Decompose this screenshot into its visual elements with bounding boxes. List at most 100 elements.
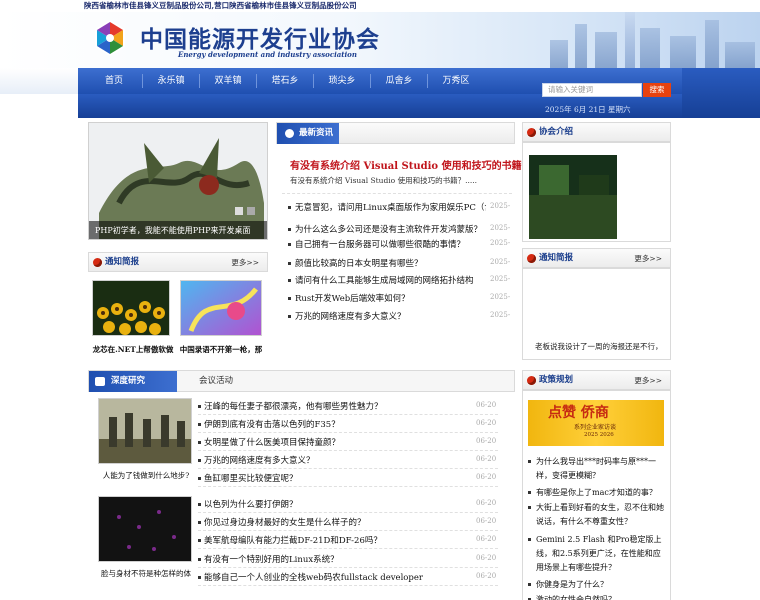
latest-news-header: 最新资讯 xyxy=(276,122,515,144)
nav-item-wanxiu[interactable]: 万秀区 xyxy=(430,68,482,94)
research-item[interactable]: 能够自己一个人创业的全栈web码农fullstack developer xyxy=(204,571,444,583)
association-title: 协会介绍 xyxy=(539,127,574,137)
latest-news-item[interactable]: 无意冒犯，请问用Linux桌面版作为家用娱乐PC（含 xyxy=(288,201,486,213)
research-item[interactable]: 有没有一个特别好用的Linux系统？ xyxy=(204,553,444,565)
row-divider xyxy=(198,468,498,469)
policy-item[interactable]: 有哪些是你上了mac才知道的事？ xyxy=(536,486,666,500)
research-caption-1[interactable]: 人能为了钱做到什么地步? xyxy=(96,470,196,481)
research-date: 06-20 xyxy=(476,499,497,507)
notice-image-2[interactable] xyxy=(180,280,262,336)
nav-separator xyxy=(142,74,143,88)
bullet-icon xyxy=(528,506,531,509)
notice-more-link[interactable]: 更多>> xyxy=(231,253,259,272)
nav-item-guashe[interactable]: 瓜舍乡 xyxy=(373,68,425,94)
latest-news-icon xyxy=(285,129,294,138)
research-item[interactable]: 美军航母编队有能力拦截DF-21D和DF-26吗？ xyxy=(204,534,444,546)
bullet-icon xyxy=(528,583,531,586)
research-date: 06-20 xyxy=(476,455,497,463)
research-date: 06-20 xyxy=(476,437,497,445)
bullet-icon xyxy=(288,243,291,246)
bullet-icon xyxy=(198,477,201,480)
research-item[interactable]: 以色列为什么要打伊朗？ xyxy=(204,498,444,510)
latest-news-item[interactable]: 颜值比较高的日本女明星有哪些？ xyxy=(288,257,486,269)
association-image[interactable] xyxy=(529,155,617,239)
bullet-icon xyxy=(288,279,291,282)
divider xyxy=(282,193,512,194)
row-divider xyxy=(198,548,498,549)
row-divider xyxy=(198,486,498,487)
notice-right-more-link[interactable]: 更多>> xyxy=(634,249,662,268)
notice-right-title: 通知简报 xyxy=(539,253,574,263)
bullet-icon xyxy=(288,228,291,231)
latest-news-item[interactable]: 为什么这么多公司还是没有主流软件开发鸿蒙版？ xyxy=(288,223,486,235)
research-image-2[interactable] xyxy=(98,496,192,562)
nav-item-yongle[interactable]: 永乐镇 xyxy=(145,68,197,94)
research-item[interactable]: 万兆的网络速度有多大意义？ xyxy=(204,454,444,466)
tab-research[interactable]: 深度研究 xyxy=(89,371,177,392)
research-item[interactable]: 汪峰的每任妻子都很漂亮，他有哪些男性魅力？ xyxy=(204,400,444,412)
research-item[interactable]: 伊朗到底有没有击落以色列的F35？ xyxy=(204,418,444,430)
policy-item[interactable]: Gemini 2.5 Flash 和Pro稳定版上线，和2.5系列更广泛，在性能… xyxy=(536,533,666,575)
bullet-icon xyxy=(198,405,201,408)
research-caption-2[interactable]: 脸与身材不符是种怎样的体 xyxy=(96,568,196,579)
association-logo-icon xyxy=(95,20,125,56)
nav-item-tashi[interactable]: 塔石乡 xyxy=(259,68,311,94)
research-tab-header: 深度研究 会议活动 xyxy=(88,370,515,392)
notice-caption-1[interactable]: 龙芯在.NET上帮傲软做 xyxy=(92,344,174,355)
nav-separator xyxy=(313,74,314,88)
nav-left-decoration xyxy=(0,68,78,94)
association-header: 协会介绍 xyxy=(522,122,671,142)
policy-item[interactable]: 大街上看到好看的女生，忍不住和她说话，有什么不尊重女性？ xyxy=(536,501,666,529)
nav-item-shuangyang[interactable]: 双羊镇 xyxy=(202,68,254,94)
tab-research-label: 深度研究 xyxy=(111,376,146,386)
search-button[interactable]: 搜索 xyxy=(643,83,671,97)
nav-item-suojian[interactable]: 琐尖乡 xyxy=(316,68,368,94)
policy-banner[interactable]: 点赞 侨商 系列企业家访谈 2025 2026 xyxy=(528,400,664,446)
subnav-left-space xyxy=(0,94,78,118)
slide-indicator[interactable] xyxy=(247,207,255,215)
policy-banner-sub: 系列企业家访谈 xyxy=(574,424,617,431)
notice-image-1[interactable] xyxy=(92,280,170,336)
bullet-icon xyxy=(198,558,201,561)
row-divider xyxy=(198,512,498,513)
soldiers-image xyxy=(99,399,191,463)
latest-headline[interactable]: 有没有系统介绍 Visual Studio 使用和技巧的书籍？ xyxy=(290,157,532,172)
research-date: 06-20 xyxy=(476,517,497,525)
latest-news-item[interactable]: Rust开发Web后端效率如何？ xyxy=(288,292,486,304)
policy-item[interactable]: 为什么我导出***时码率与原***一样，变得更模糊？ xyxy=(536,455,666,483)
bullet-icon xyxy=(528,491,531,494)
notice-icon xyxy=(93,258,102,267)
notice-right-header: 通知简报 更多>> xyxy=(522,248,671,268)
nav-item-home[interactable]: 首页 xyxy=(88,68,140,94)
latest-news-title: 最新资讯 xyxy=(299,128,334,138)
search-input[interactable]: 请输入关键词 xyxy=(542,83,642,97)
tab-meetings[interactable]: 会议活动 xyxy=(199,371,233,392)
nav-separator xyxy=(199,74,200,88)
research-item[interactable]: 鱼缸哪里买比较便宜呢？ xyxy=(204,472,444,484)
policy-item[interactable]: 你健身是为了什么？ xyxy=(536,578,666,592)
research-image-1[interactable] xyxy=(98,398,192,464)
current-date: 2025年 6月 21日 星期六 xyxy=(545,105,631,114)
slideshow[interactable]: PHP初学者，我能不能使用PHP来开发桌面 xyxy=(88,122,268,240)
latest-news-item[interactable]: 自己拥有一台服务器可以做哪些很酷的事情？ xyxy=(288,238,486,250)
notice-header: 通知简报 更多>> xyxy=(88,252,268,272)
abstract-art-image xyxy=(181,281,261,335)
slide-indicator[interactable] xyxy=(235,207,243,215)
bullet-icon xyxy=(198,539,201,542)
notice-right-caption[interactable]: 老板说我设计了一周的海报还是不行， xyxy=(535,341,663,352)
notice-title: 通知简报 xyxy=(105,257,140,267)
research-item[interactable]: 你见过身边身材最好的女生是什么样子的？ xyxy=(204,516,444,528)
research-date: 06-20 xyxy=(476,572,497,580)
row-divider xyxy=(198,432,498,433)
latest-news-item[interactable]: 请问有什么工具能够生成局域网的网络拓扑结构 xyxy=(288,274,486,286)
notice-right-box: 老板说我设计了一周的海报还是不行， xyxy=(522,268,671,360)
latest-news-item[interactable]: 万兆的网络速度有多大意义？ xyxy=(288,310,486,322)
policy-header: 政策规划 更多>> xyxy=(522,370,671,390)
nav-right-decoration xyxy=(682,68,760,118)
research-item[interactable]: 女明星做了什么医美项目保持童颜？ xyxy=(204,436,444,448)
policy-more-link[interactable]: 更多>> xyxy=(634,371,662,390)
policy-item[interactable]: 激动的女性会自然吗？ xyxy=(536,593,666,600)
notice-caption-2[interactable]: 中国录语不开第一枪，那 xyxy=(178,344,264,355)
research-date: 06-20 xyxy=(476,535,497,543)
nav-separator xyxy=(256,74,257,88)
